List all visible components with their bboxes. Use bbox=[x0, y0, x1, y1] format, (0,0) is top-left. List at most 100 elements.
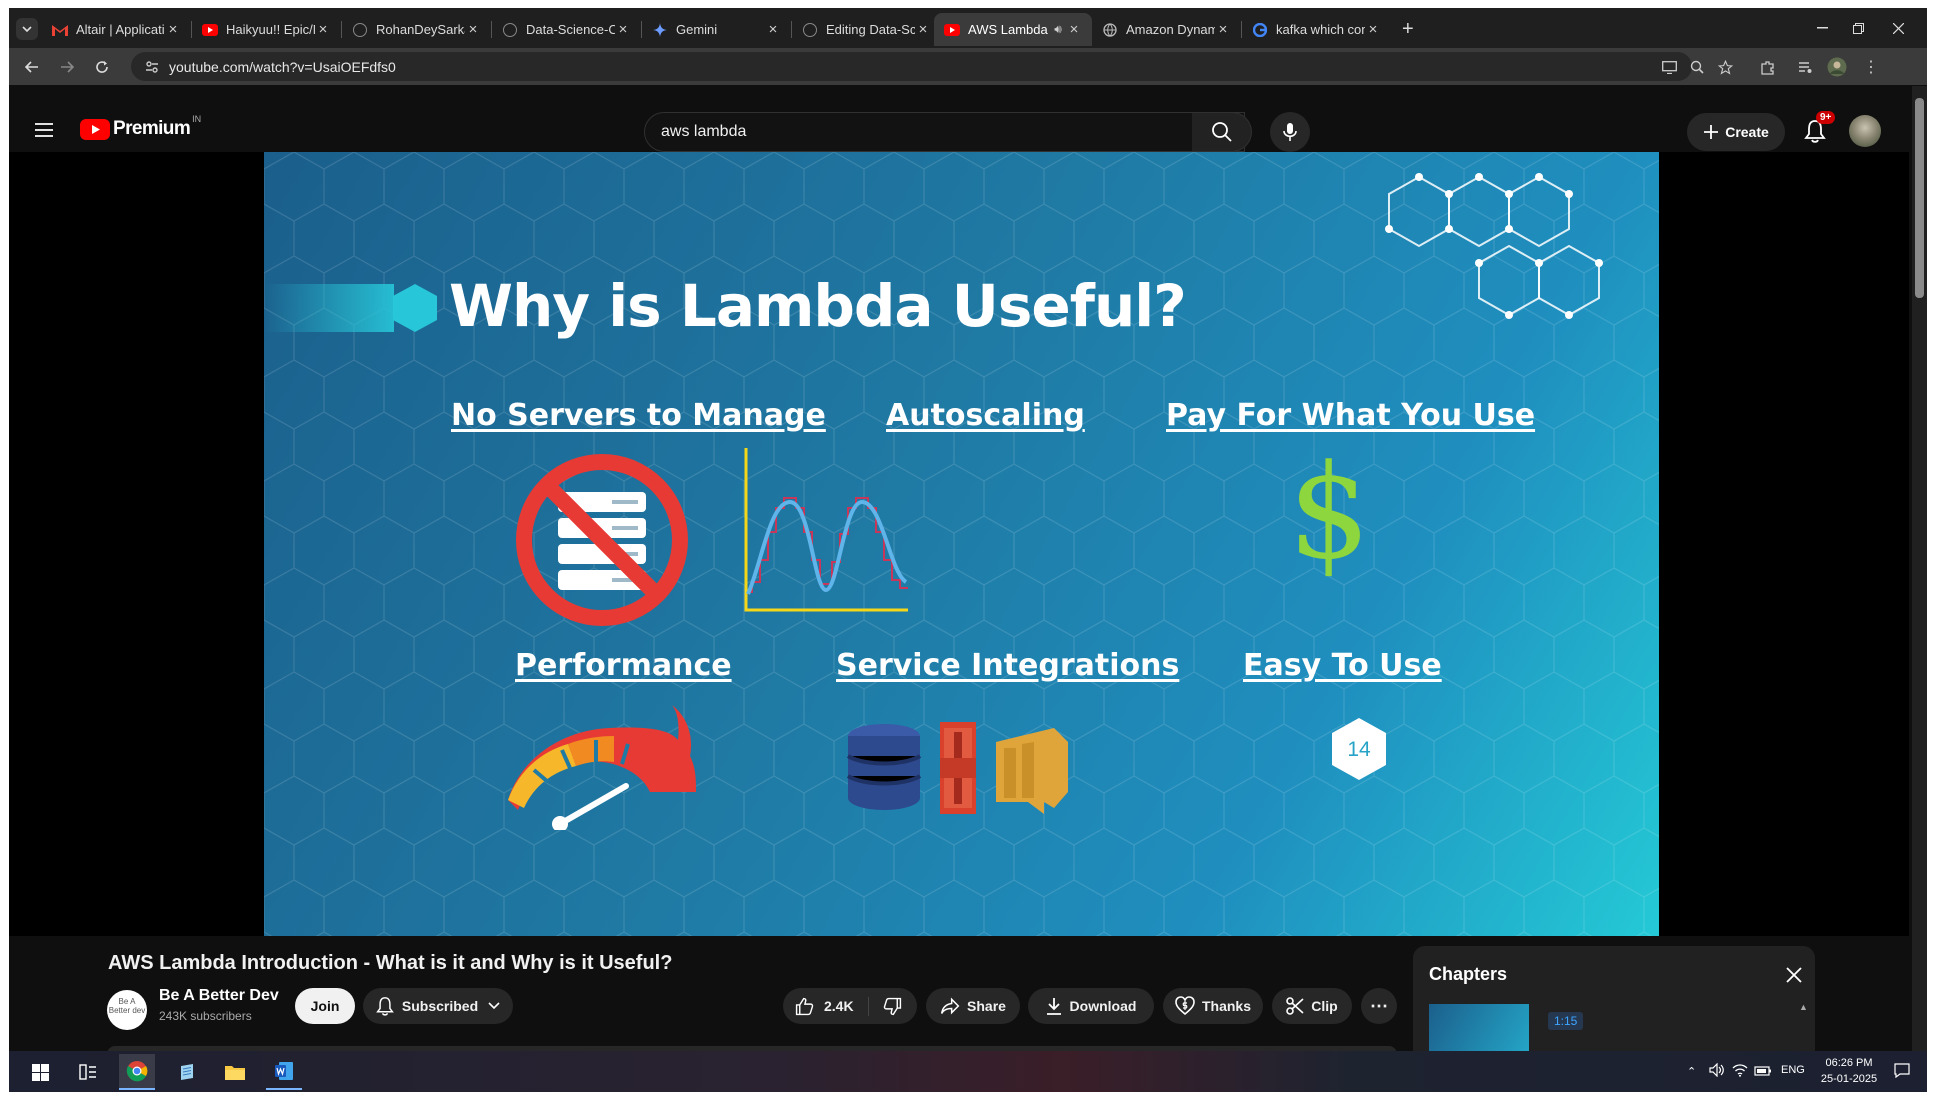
site-settings-icon[interactable] bbox=[145, 60, 159, 74]
address-bar[interactable]: youtube.com/watch?v=UsaiOEFdfs0 bbox=[131, 52, 1692, 81]
wifi-icon[interactable] bbox=[1732, 1063, 1748, 1082]
google-icon bbox=[1252, 22, 1268, 38]
tab-editing-data-science[interactable]: Editing Data-Science × bbox=[792, 13, 942, 46]
taskbar-word[interactable] bbox=[266, 1054, 302, 1090]
forward-button[interactable] bbox=[54, 54, 80, 80]
join-button[interactable]: Join bbox=[295, 988, 355, 1024]
create-label: Create bbox=[1725, 124, 1769, 140]
search-icon bbox=[1211, 122, 1232, 142]
channel-avatar[interactable]: Be A Better dev bbox=[107, 990, 147, 1030]
heading-performance: Performance bbox=[515, 648, 732, 683]
close-icon[interactable]: × bbox=[1365, 21, 1381, 38]
subscribed-label: Subscribed bbox=[401, 998, 479, 1014]
search-input[interactable] bbox=[661, 123, 1181, 141]
zoom-icon[interactable] bbox=[1685, 55, 1709, 79]
install-app-icon[interactable] bbox=[1657, 55, 1681, 79]
tab-github-misc[interactable]: RohanDeySarkar/Mis × bbox=[342, 13, 492, 46]
more-actions-button[interactable]: ⋯ bbox=[1361, 988, 1397, 1024]
back-button[interactable] bbox=[19, 54, 45, 80]
close-icon[interactable]: × bbox=[465, 21, 481, 38]
chapter-timestamp[interactable]: 1:15 bbox=[1548, 1012, 1584, 1030]
join-label: Join bbox=[310, 998, 340, 1014]
create-button[interactable]: Create bbox=[1687, 113, 1785, 151]
notification-center-icon[interactable] bbox=[1894, 1063, 1910, 1083]
extensions-icon[interactable] bbox=[1755, 55, 1779, 79]
heading-no-servers: No Servers to Manage bbox=[451, 398, 826, 433]
chapter-scroll-up-icon[interactable]: ▲ bbox=[1799, 1002, 1808, 1012]
close-icon[interactable]: × bbox=[1215, 21, 1231, 38]
share-button[interactable]: Share bbox=[926, 988, 1020, 1024]
no-servers-icon bbox=[516, 454, 688, 626]
reload-icon bbox=[96, 61, 108, 73]
bell-icon bbox=[376, 997, 394, 1016]
speaker-icon[interactable]: 🔊︎ bbox=[1050, 22, 1066, 37]
like-button[interactable]: 2.4K bbox=[783, 996, 869, 1016]
scrollbar-thumb[interactable] bbox=[1915, 98, 1924, 298]
close-chapters-button[interactable] bbox=[1785, 966, 1803, 989]
chapter-thumbnail[interactable] bbox=[1429, 1004, 1529, 1056]
close-icon[interactable]: × bbox=[165, 21, 181, 38]
tab-haikyuu[interactable]: Haikyuu!! Epic/Motiv × bbox=[192, 13, 342, 46]
page-scrollbar[interactable] bbox=[1912, 86, 1927, 1051]
tab-data-science-course[interactable]: Data-Science-Course × bbox=[492, 13, 642, 46]
more-icon: ⋯ bbox=[1370, 995, 1388, 1016]
video-details: AWS Lambda Introduction - What is it and… bbox=[9, 936, 1909, 1056]
task-view-button[interactable] bbox=[70, 1054, 106, 1090]
channel-name[interactable]: Be A Better Dev bbox=[159, 987, 279, 1005]
close-icon[interactable]: × bbox=[915, 21, 931, 38]
search-button[interactable] bbox=[1192, 112, 1252, 152]
close-icon[interactable]: × bbox=[1066, 21, 1082, 38]
windows-start-button[interactable] bbox=[22, 1054, 58, 1090]
system-clock[interactable]: 06:26 PM 25-01-2025 bbox=[1817, 1055, 1881, 1087]
heading-easy-to-use: Easy To Use bbox=[1243, 648, 1442, 683]
search-box[interactable] bbox=[644, 112, 1245, 152]
voice-search-button[interactable] bbox=[1270, 112, 1310, 152]
tab-aws-lambda[interactable]: AWS Lambda Intr 🔊︎ × bbox=[934, 13, 1092, 46]
tab-search-button[interactable] bbox=[16, 18, 38, 40]
close-window-button[interactable] bbox=[1875, 16, 1921, 40]
profile-avatar-icon[interactable] bbox=[1825, 55, 1849, 79]
taskbar-notepad[interactable] bbox=[169, 1054, 205, 1090]
tab-gemini[interactable]: Gemini × bbox=[642, 13, 792, 46]
video-player[interactable]: Why is Lambda Useful? No Servers to Mana… bbox=[9, 152, 1909, 962]
tab-title: Gemini bbox=[676, 22, 718, 37]
tab-title: AWS Lambda Intr bbox=[968, 22, 1050, 37]
close-icon[interactable]: × bbox=[765, 21, 781, 38]
thanks-button[interactable]: Thanks bbox=[1163, 988, 1263, 1024]
url-text[interactable]: youtube.com/watch?v=UsaiOEFdfs0 bbox=[169, 59, 396, 75]
bookmark-star-icon[interactable] bbox=[1713, 55, 1737, 79]
taskbar-file-explorer[interactable] bbox=[217, 1054, 253, 1090]
language-indicator[interactable]: ENG bbox=[1781, 1064, 1805, 1076]
youtube-premium-logo[interactable]: Premium IN bbox=[80, 114, 201, 140]
reload-button[interactable] bbox=[89, 54, 115, 80]
close-icon bbox=[1892, 22, 1904, 34]
speedometer-icon bbox=[508, 705, 696, 830]
video-frame[interactable]: Why is Lambda Useful? No Servers to Mana… bbox=[264, 152, 1659, 936]
tab-dynamodb[interactable]: Amazon DynamoDB × bbox=[1092, 13, 1242, 46]
tab-altair[interactable]: Altair | Application St × bbox=[42, 13, 192, 46]
hamburger-menu-icon[interactable] bbox=[34, 122, 54, 143]
show-hidden-icons[interactable]: ⌃ bbox=[1687, 1065, 1696, 1078]
media-controls-icon[interactable] bbox=[1793, 55, 1817, 79]
subscribed-button[interactable]: Subscribed bbox=[363, 988, 513, 1024]
notepad-icon bbox=[181, 1064, 193, 1080]
account-avatar[interactable] bbox=[1849, 115, 1881, 147]
download-button[interactable]: Download bbox=[1028, 988, 1154, 1024]
notifications-button[interactable]: 9+ bbox=[1804, 111, 1836, 145]
close-icon[interactable]: × bbox=[615, 21, 631, 38]
new-tab-button[interactable]: + bbox=[1392, 13, 1428, 46]
chevron-down-icon bbox=[488, 1002, 500, 1010]
region-code: IN bbox=[192, 114, 202, 124]
clip-button[interactable]: Clip bbox=[1272, 988, 1352, 1024]
volume-icon[interactable] bbox=[1709, 1062, 1725, 1082]
premium-logo-text: Premium bbox=[113, 118, 191, 139]
kebab-menu-icon[interactable]: ⋮ bbox=[1859, 55, 1883, 79]
like-count: 2.4K bbox=[824, 998, 854, 1014]
dislike-button[interactable] bbox=[869, 997, 915, 1016]
tab-kafka[interactable]: kafka which compan × bbox=[1242, 13, 1391, 46]
battery-icon[interactable] bbox=[1754, 1064, 1772, 1082]
taskbar-chrome[interactable] bbox=[119, 1054, 155, 1090]
close-icon[interactable]: × bbox=[315, 21, 331, 38]
thanks-label: Thanks bbox=[1201, 998, 1251, 1014]
minimize-icon bbox=[1816, 27, 1828, 29]
